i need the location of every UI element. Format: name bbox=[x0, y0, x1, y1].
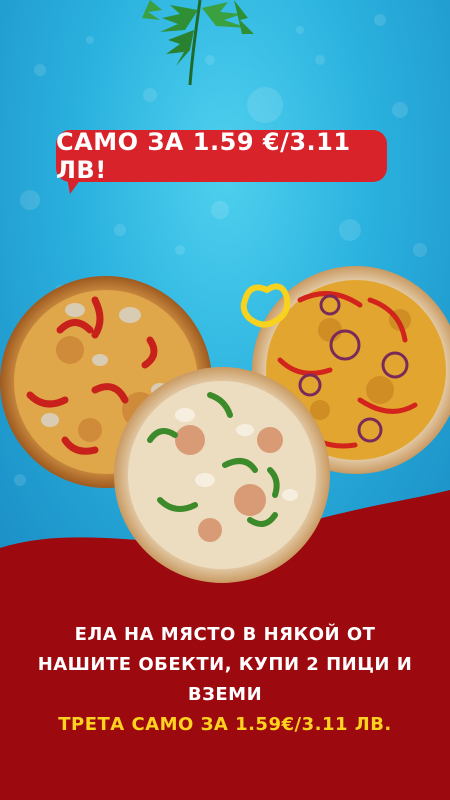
promo-caption: ЕЛА НА МЯСТО В НЯКОЙ ОТ НАШИТЕ ОБЕКТИ, К… bbox=[0, 620, 450, 740]
caption-line-1: ЕЛА НА МЯСТО В НЯКОЙ ОТ bbox=[74, 624, 376, 645]
pizza-green-pepper bbox=[114, 367, 330, 583]
caption-line-3: ТРЕТА САМО ЗА 1.59€/3.11 ЛВ. bbox=[58, 714, 392, 735]
caption-line-2: НАШИТЕ ОБЕКТИ, КУПИ 2 ПИЦИ И ВЗЕМИ bbox=[37, 654, 413, 705]
